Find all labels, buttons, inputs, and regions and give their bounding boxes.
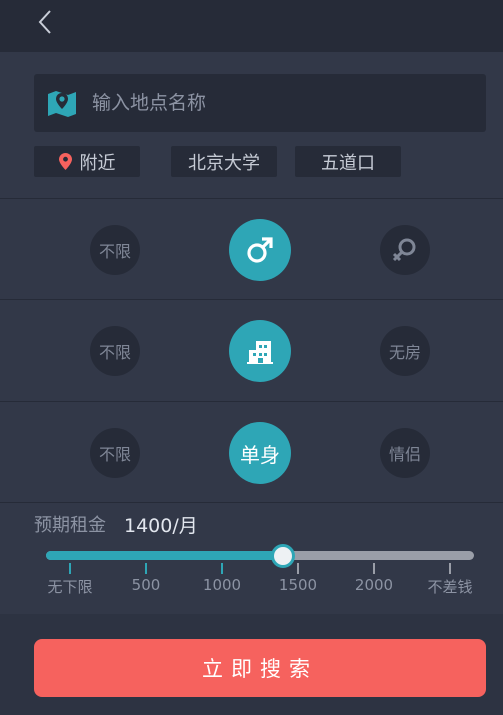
option-label: 无房: [388, 343, 421, 362]
search-box[interactable]: [34, 74, 486, 132]
slider-tick: [373, 563, 375, 574]
status-any-option[interactable]: 不限: [90, 428, 140, 478]
rent-slider-thumb[interactable]: [270, 544, 295, 568]
rent-label: 预期租金: [34, 515, 106, 536]
option-label: 不限: [98, 445, 131, 464]
slider-tick-label: 不差钱: [427, 578, 473, 596]
slider-tick-label: 无下限: [47, 578, 93, 596]
back-button[interactable]: [30, 6, 60, 38]
chip-label: 五道口: [321, 152, 375, 174]
slider-tick-label: 500: [131, 576, 161, 594]
status-single-option[interactable]: 单身: [229, 422, 291, 484]
top-bar: [0, 0, 503, 52]
status-couple-option[interactable]: 情侣: [380, 428, 430, 478]
chip-nearby[interactable]: 附近: [34, 146, 140, 177]
rent-slider-fill: [46, 551, 283, 560]
slider-tick: [449, 563, 451, 574]
slider-tick: [145, 563, 147, 574]
divider: [0, 401, 503, 402]
slider-tick: [297, 563, 299, 574]
chip-wudaokou[interactable]: 五道口: [295, 146, 401, 177]
location-pin-icon: [58, 153, 72, 170]
gender-any-option[interactable]: 不限: [90, 225, 140, 275]
option-label: 情侣: [388, 445, 421, 464]
slider-tick: [69, 563, 71, 574]
chip-label: 附近: [79, 152, 116, 174]
rent-slider-track[interactable]: [46, 551, 474, 560]
slider-tick-label: 2000: [354, 576, 394, 594]
option-label: 不限: [98, 242, 131, 261]
divider: [0, 299, 503, 300]
map-icon: [48, 91, 76, 117]
building-icon: [247, 341, 273, 364]
option-label: 不限: [98, 343, 131, 362]
divider: [0, 502, 503, 503]
divider: [0, 198, 503, 199]
search-input[interactable]: [90, 91, 454, 115]
option-label: 单身: [240, 442, 280, 467]
slider-tick-label: 1500: [278, 576, 318, 594]
gender-male-option[interactable]: [229, 219, 291, 281]
housing-no-room-option[interactable]: 无房: [380, 326, 430, 376]
search-now-button[interactable]: 立即搜索: [34, 639, 486, 697]
slider-tick: [221, 563, 223, 574]
housing-has-room-option[interactable]: [229, 320, 291, 382]
male-icon: [247, 237, 273, 263]
chevron-left-icon: [38, 10, 51, 34]
female-icon: [392, 238, 416, 262]
chip-peking-university[interactable]: 北京大学: [171, 146, 277, 177]
slider-tick-label: 1000: [202, 576, 242, 594]
chip-label: 北京大学: [188, 152, 260, 174]
rent-value: 1400/月: [124, 515, 198, 537]
housing-any-option[interactable]: 不限: [90, 326, 140, 376]
gender-female-option[interactable]: [380, 225, 430, 275]
